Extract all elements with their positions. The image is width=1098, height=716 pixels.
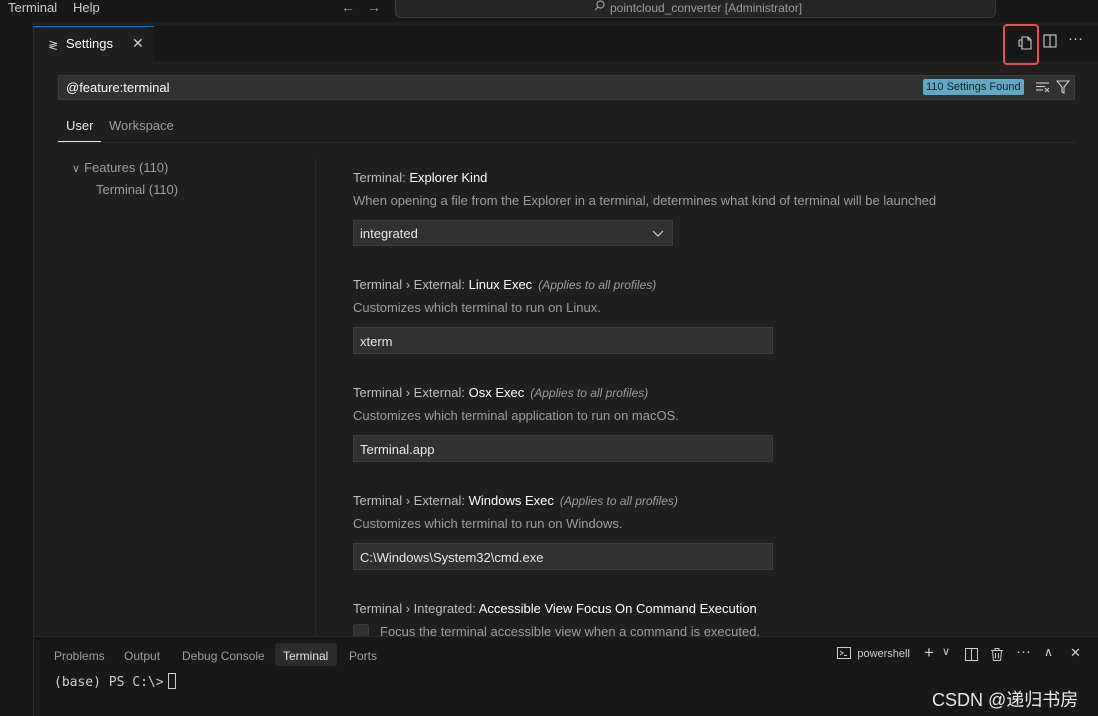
panel-tab-debug-console[interactable]: Debug Console [182, 649, 265, 663]
setting-name: Osx Exec [468, 385, 525, 400]
panel-tab-terminal[interactable]: Terminal [283, 649, 328, 663]
command-center[interactable]: pointcloud_converter [Administrator] [395, 0, 996, 18]
terminal-prompt: (base) PS C:\> [54, 675, 164, 690]
toc-features-label: Features (110) [84, 160, 169, 175]
terminal-cursor [167, 673, 176, 689]
setting-applies-note: (Applies to all profiles) [538, 278, 657, 292]
clear-filter-icon[interactable] [1035, 80, 1050, 94]
windows-exec-input[interactable]: C:\Windows\System32\cmd.exe [353, 543, 773, 570]
setting-applies-note: (Applies to all profiles) [530, 386, 649, 400]
more-actions-icon[interactable]: ··· [1068, 30, 1083, 47]
terminal-shell-name: powershell [857, 648, 910, 660]
scope-divider [58, 142, 1075, 143]
setting-name: Windows Exec [468, 493, 554, 508]
editor-tab-bar: ≷ Settings ✕ ··· [34, 26, 1098, 61]
panel-tab-output[interactable]: Output [124, 649, 160, 663]
trash-icon[interactable] [991, 648, 1003, 661]
scope-tab-user[interactable]: User [66, 118, 93, 133]
chevron-down-icon [652, 230, 664, 237]
toc-separator [315, 158, 316, 636]
close-icon[interactable]: ✕ [132, 35, 144, 52]
settings-sliders-icon: ≷ [48, 38, 59, 52]
setting-prefix: Terminal: [353, 170, 410, 185]
setting-desc-windows-exec: Customizes which terminal to run on Wind… [353, 516, 623, 531]
back-arrow-icon[interactable]: ← [341, 0, 355, 14]
filter-icon[interactable] [1056, 80, 1070, 94]
more-actions-icon[interactable]: ··· [1016, 643, 1031, 660]
results-count-badge: 110 Settings Found [923, 79, 1024, 95]
setting-name: Accessible View Focus On Command Executi… [478, 601, 757, 616]
setting-name: Linux Exec [468, 277, 533, 292]
scope-tab-workspace[interactable]: Workspace [109, 118, 174, 133]
title-bar: Terminal Help ← → pointcloud_converter [… [0, 0, 1098, 22]
split-terminal-icon[interactable] [965, 648, 978, 661]
settings-search-value: @feature:terminal [66, 80, 170, 95]
setting-title-osx-exec: Terminal › External: Osx Exec (Applies to… [353, 385, 648, 400]
explorer-kind-value: integrated [360, 226, 418, 241]
setting-desc-osx-exec: Customizes which terminal application to… [353, 408, 679, 423]
setting-prefix: Terminal › Integrated: [353, 601, 479, 616]
tab-settings-label: Settings [66, 36, 113, 51]
setting-desc-explorer-kind: When opening a file from the Explorer in… [353, 193, 937, 208]
setting-name: Explorer Kind [409, 170, 488, 185]
panel-tab-ports[interactable]: Ports [349, 649, 377, 663]
linux-exec-value: xterm [360, 334, 393, 349]
setting-desc-linux-exec: Customizes which terminal to run on Linu… [353, 300, 601, 315]
search-icon [594, 0, 605, 11]
setting-prefix: Terminal › External: [353, 493, 469, 508]
toc-item-terminal[interactable]: Terminal (110) [96, 182, 178, 197]
split-editor-icon[interactable] [1043, 34, 1057, 48]
menu-help[interactable]: Help [73, 0, 100, 16]
setting-title-linux-exec: Terminal › External: Linux Exec (Applies … [353, 277, 656, 292]
setting-prefix: Terminal › External: [353, 385, 469, 400]
toc-item-features[interactable]: ∨ Features (110) [72, 160, 168, 175]
close-panel-icon[interactable]: ✕ [1070, 645, 1081, 661]
linux-exec-input[interactable]: xterm [353, 327, 773, 354]
forward-arrow-icon[interactable]: → [367, 0, 381, 14]
setting-title-accessible-view-focus: Terminal › Integrated: Accessible View F… [353, 601, 757, 616]
watermark: CSDN @递归书房 [932, 690, 1079, 710]
windows-exec-value: C:\Windows\System32\cmd.exe [360, 550, 544, 565]
chevron-down-icon: ∨ [72, 163, 81, 175]
activity-bar [0, 22, 34, 716]
setting-prefix: Terminal › External: [353, 277, 469, 292]
setting-title-windows-exec: Terminal › External: Windows Exec (Applie… [353, 493, 678, 508]
annotation-highlight-box [1003, 24, 1039, 65]
panel-tab-problems[interactable]: Problems [54, 649, 105, 663]
new-terminal-icon[interactable]: + [924, 643, 934, 663]
setting-title-explorer-kind: Terminal: Explorer Kind [353, 170, 487, 185]
explorer-kind-select[interactable]: integrated [353, 220, 673, 246]
chevron-down-icon[interactable]: ∨ [942, 645, 950, 658]
osx-exec-value: Terminal.app [360, 442, 435, 457]
command-center-text: pointcloud_converter [Administrator] [610, 1, 803, 15]
terminal-icon [837, 647, 851, 659]
terminal-shell-selector[interactable]: powershell [837, 646, 910, 660]
settings-search-input[interactable]: @feature:terminal 110 Settings Found [58, 75, 1075, 100]
maximize-panel-icon[interactable]: ∧ [1044, 645, 1053, 659]
menu-terminal[interactable]: Terminal [8, 0, 57, 16]
terminal-prompt-line[interactable]: (base) PS C:\> [54, 673, 176, 690]
tab-settings[interactable]: ≷ Settings ✕ [34, 26, 154, 61]
setting-applies-note: (Applies to all profiles) [559, 494, 678, 508]
osx-exec-input[interactable]: Terminal.app [353, 435, 773, 462]
